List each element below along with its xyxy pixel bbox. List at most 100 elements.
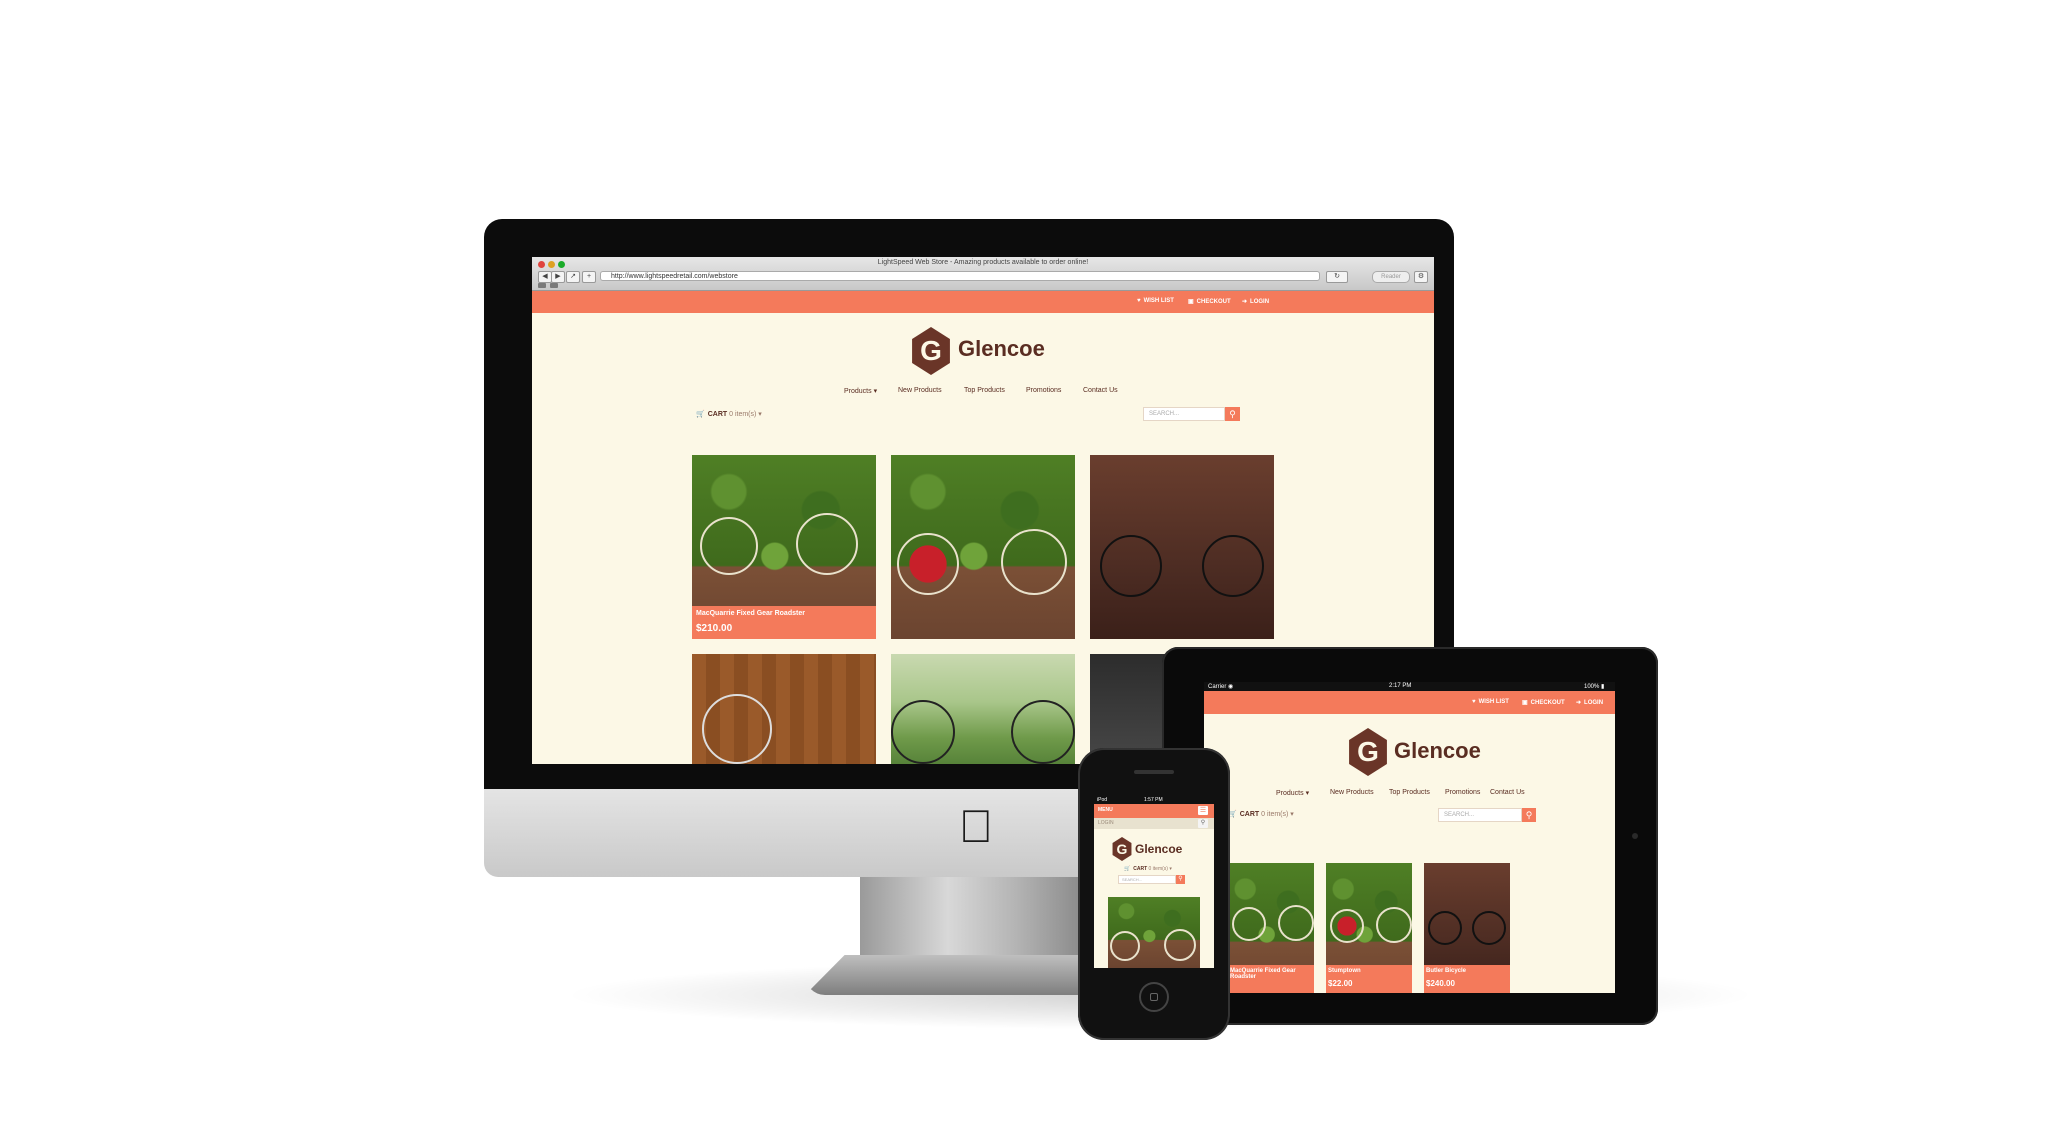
browser-chrome: LightSpeed Web Store - Amazing products …: [532, 257, 1434, 291]
product-label: Butler Bicycle $240.00: [1424, 965, 1510, 993]
back-button[interactable]: ◀: [538, 271, 552, 283]
logo-mark[interactable]: G: [1112, 837, 1132, 861]
login-link[interactable]: ➜ LOGIN: [1576, 699, 1603, 706]
product-tile-3[interactable]: [1090, 455, 1274, 639]
status-bar: Carrier ◉ 2:17 PM 100% ▮: [1204, 682, 1615, 691]
status-time: 2:17 PM: [1389, 683, 1412, 689]
search-toggle-icon[interactable]: ⚲: [1198, 819, 1208, 828]
checkout-link[interactable]: ▣ CHECKOUT: [1188, 298, 1231, 305]
bicycle-wheel: [702, 694, 772, 764]
product-name: MacQuarrie Fixed Gear Roadster: [1230, 968, 1296, 980]
add-bookmark-button[interactable]: +: [582, 271, 596, 283]
logo-name[interactable]: Glencoe: [958, 336, 1045, 362]
bicycle-wheel: [1001, 529, 1067, 595]
product-tile-1[interactable]: MacQuarrie Fixed Gear Roadster: [1228, 863, 1314, 993]
product-name: MacQuarrie Fixed Gear Roadster: [696, 610, 805, 617]
cart-button[interactable]: 🛒 CART 0 item(s) ▾: [1124, 866, 1172, 872]
menu-contact-us[interactable]: Contact Us: [1490, 789, 1525, 796]
product-tile-2[interactable]: [891, 455, 1075, 639]
product-label: Stumptown $22.00: [1326, 965, 1412, 993]
bicycle-wheel: [1110, 931, 1140, 961]
status-time: 1:57 PM: [1144, 797, 1163, 803]
product-tile-1[interactable]: MacQuarrie Fixed Gear Roadster $210.00: [692, 455, 876, 639]
forward-button[interactable]: ▶: [551, 271, 565, 283]
wish-list-link[interactable]: ♥ WISH LIST: [1137, 298, 1174, 304]
search-button[interactable]: ⚲: [1176, 875, 1185, 884]
login-link[interactable]: LOGIN: [1098, 820, 1114, 826]
logo-name[interactable]: Glencoe: [1135, 842, 1182, 856]
status-carrier: iPod: [1097, 797, 1108, 803]
product-tile-3[interactable]: Butler Bicycle $240.00: [1424, 863, 1510, 993]
hamburger-icon[interactable]: ☰: [1198, 806, 1208, 815]
login-link[interactable]: ➜ LOGIN: [1242, 298, 1269, 305]
login-bar: LOGIN ⚲: [1094, 818, 1214, 829]
menu-products[interactable]: Products ▾: [1276, 789, 1309, 797]
product-price: $210.00: [696, 623, 733, 634]
heart-icon: ♥: [1137, 298, 1141, 304]
imac-stand-neck: [860, 877, 1080, 957]
bicycle-wheel: [1330, 909, 1364, 943]
top-sites-icon[interactable]: [550, 283, 558, 288]
status-bar: iPod 1:57 PM: [1094, 797, 1214, 804]
reader-button[interactable]: Reader: [1372, 271, 1410, 283]
cart-icon: 🛒: [1124, 866, 1131, 872]
bicycle-wheel: [1428, 911, 1462, 945]
menu-new-products[interactable]: New Products: [898, 387, 942, 394]
menu-contact-us[interactable]: Contact Us: [1083, 387, 1118, 394]
product-tile-4[interactable]: [692, 654, 876, 764]
status-battery: 100% ▮: [1584, 684, 1605, 690]
product-label: MacQuarrie Fixed Gear Roadster: [1228, 965, 1314, 993]
share-button[interactable]: ↗: [566, 271, 580, 283]
product-tile-2[interactable]: Stumptown $22.00: [1326, 863, 1412, 993]
product-tile-5[interactable]: [891, 654, 1075, 764]
search-button[interactable]: ⚲: [1522, 808, 1536, 822]
bicycle-wheel: [891, 700, 955, 764]
bookmarks-icon[interactable]: [538, 283, 546, 288]
checkout-link[interactable]: ▣ CHECKOUT: [1522, 699, 1565, 706]
product-tile-1[interactable]: [1108, 897, 1200, 968]
menu-top-products[interactable]: Top Products: [1389, 789, 1430, 796]
cart-button[interactable]: 🛒 CART 0 item(s) ▾: [696, 410, 762, 418]
search-icon: ⚲: [1178, 876, 1183, 882]
logo-mark[interactable]: G: [1349, 728, 1387, 776]
product-name: Stumptown: [1328, 968, 1361, 974]
search-input[interactable]: SEARCH...: [1143, 407, 1225, 421]
bicycle-wheel: [1232, 907, 1266, 941]
menu-top-products[interactable]: Top Products: [964, 387, 1005, 394]
tablet-screen: Carrier ◉ 2:17 PM 100% ▮ ♥ WISH LIST ▣ CHE…: [1204, 682, 1615, 993]
wish-list-link[interactable]: ♥ WISH LIST: [1472, 699, 1509, 705]
bicycle-wheel: [1376, 907, 1412, 943]
bicycle-wheel: [1202, 535, 1264, 597]
address-bar[interactable]: http://www.lightspeedretail.com/webstore: [600, 271, 1320, 281]
checkout-icon: ▣: [1188, 299, 1194, 305]
bicycle-wheel: [700, 517, 758, 575]
top-bar: ♥ WISH LIST ▣ CHECKOUT ➜ LOGIN: [532, 291, 1434, 313]
apple-logo-icon: : [954, 800, 998, 852]
checkout-icon: ▣: [1522, 700, 1528, 706]
cart-icon: 🛒: [696, 411, 705, 418]
status-carrier: Carrier ◉: [1208, 684, 1234, 690]
settings-gear-icon[interactable]: ⚙: [1414, 271, 1428, 283]
bicycle-wheel: [897, 533, 959, 595]
menu-products[interactable]: Products ▾: [844, 387, 877, 395]
bicycle-wheel: [1164, 929, 1196, 961]
product-name: Butler Bicycle: [1426, 968, 1467, 974]
reload-button[interactable]: ↻: [1326, 271, 1348, 283]
search-icon: ⚲: [1229, 409, 1236, 419]
cart-button[interactable]: 🛒 CART 0 item(s) ▾: [1228, 810, 1294, 818]
bicycle-wheel: [1472, 911, 1506, 945]
tablet-home-button[interactable]: [1632, 833, 1638, 839]
login-icon: ➜: [1576, 700, 1582, 706]
search-button[interactable]: ⚲: [1225, 407, 1240, 421]
bicycle-wheel: [796, 513, 858, 575]
menu-button[interactable]: Menu: [1098, 807, 1113, 813]
login-icon: ➜: [1242, 299, 1248, 305]
logo-mark[interactable]: G: [912, 327, 950, 375]
phone-speaker: [1134, 770, 1174, 774]
search-input[interactable]: SEARCH...: [1118, 875, 1176, 884]
search-input[interactable]: SEARCH...: [1438, 808, 1522, 822]
menu-promotions[interactable]: Promotions: [1445, 789, 1480, 796]
menu-promotions[interactable]: Promotions: [1026, 387, 1061, 394]
menu-new-products[interactable]: New Products: [1330, 789, 1374, 796]
logo-name[interactable]: Glencoe: [1394, 738, 1481, 764]
